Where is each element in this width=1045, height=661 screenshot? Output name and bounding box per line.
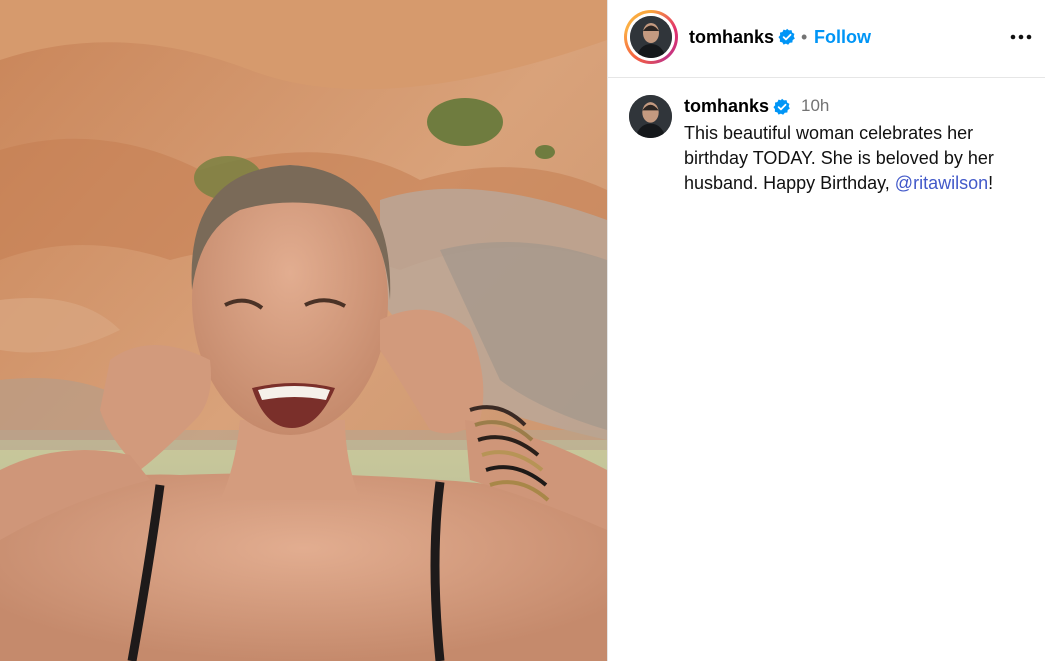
verified-badge-icon (778, 28, 795, 45)
caption-end: ! (988, 173, 994, 193)
avatar-photo (630, 16, 672, 58)
post-side-panel: tomhanks • Follow tomhanks 10h This beau… (608, 0, 1045, 661)
caption-text: This beautiful woman celebrates her birt… (684, 121, 1034, 196)
post-header: tomhanks • Follow (608, 0, 1045, 78)
more-horizontal-icon[interactable] (1008, 26, 1034, 48)
post-photo (0, 0, 607, 661)
caption-timestamp[interactable]: 10h (801, 96, 829, 116)
caption-avatar-photo (629, 95, 672, 138)
header-username[interactable]: tomhanks (689, 27, 774, 48)
caption-avatar[interactable] (629, 95, 672, 138)
caption-username[interactable]: tomhanks (684, 96, 769, 117)
post-image[interactable] (0, 0, 607, 661)
caption-verified-badge-icon (773, 98, 790, 115)
mention-link[interactable]: @ritawilson (895, 173, 988, 193)
follow-button[interactable]: Follow (814, 27, 871, 48)
profile-avatar[interactable] (624, 10, 678, 64)
header-separator: • (801, 27, 808, 47)
